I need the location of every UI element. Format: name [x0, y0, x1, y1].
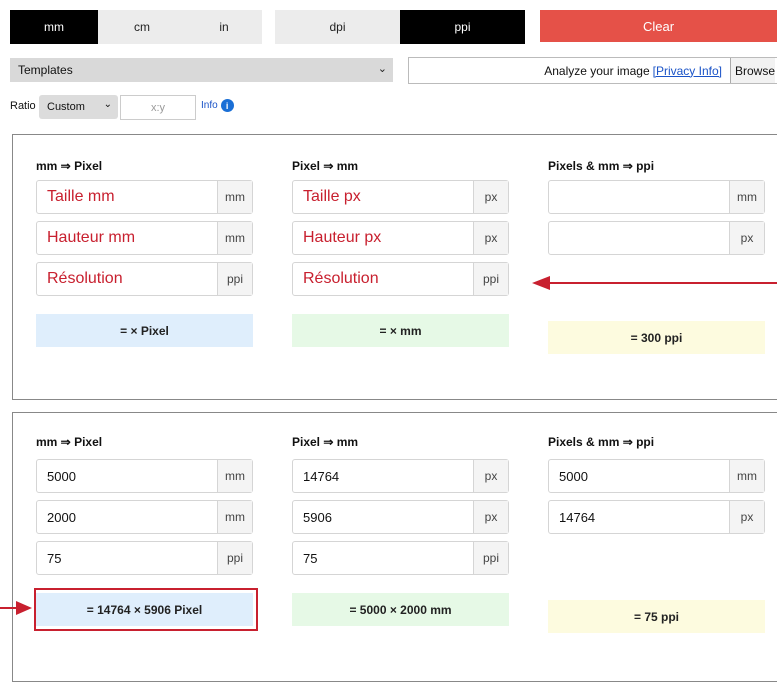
size-px-input[interactable]: 14764 px	[548, 500, 765, 534]
unit-addon: px	[473, 222, 508, 254]
size-mm-value	[549, 181, 729, 213]
width-mm-value: 5000	[47, 468, 76, 484]
analyze-image-file-input[interactable]: Analyze your image [Privacy Info] Browse	[408, 57, 777, 84]
size-mm-value: 5000	[559, 468, 588, 484]
ratio-selected: Custom	[47, 101, 85, 113]
unit-dpi-button[interactable]: dpi	[275, 10, 400, 44]
unit-mm-button[interactable]: mm	[10, 10, 98, 44]
width-px-input[interactable]: 14764 px	[292, 459, 509, 493]
pixel-to-mm-title: Pixel ⇒ mm	[292, 435, 359, 449]
resolution-input[interactable]: Résolution ppi	[292, 262, 509, 296]
size-mm-input[interactable]: 5000 mm	[548, 459, 765, 493]
width-px-value: 14764	[303, 468, 340, 484]
width-mm-placeholder: Taille mm	[47, 188, 115, 205]
to-ppi-title: Pixels & mm ⇒ ppi	[548, 435, 655, 449]
mm-to-pixel-title: mm ⇒ Pixel	[36, 435, 103, 449]
width-mm-input[interactable]: 5000 mm	[36, 459, 253, 493]
unit-addon: px	[729, 222, 764, 254]
unit-addon: mm	[217, 181, 252, 213]
unit-addon: ppi	[217, 263, 252, 295]
height-px-placeholder: Hauteur px	[303, 229, 382, 246]
resolution-placeholder: Résolution	[47, 270, 123, 287]
size-mm-input[interactable]: mm	[548, 180, 765, 214]
height-px-value: 5906	[303, 509, 332, 525]
templates-select[interactable]: Templates ⌄	[10, 58, 393, 82]
size-px-input[interactable]: px	[548, 221, 765, 255]
ppi-result: = 75 ppi	[548, 600, 765, 633]
pixel-to-mm-result: = 5000 × 2000 mm	[292, 593, 509, 626]
info-label: Info	[201, 100, 218, 111]
height-mm-input[interactable]: 2000 mm	[36, 500, 253, 534]
size-px-value: 14764	[559, 509, 596, 525]
resolution-value: 75	[303, 550, 318, 566]
pixel-to-mm-title: Pixel ⇒ mm	[292, 159, 359, 173]
info-icon: i	[220, 99, 234, 112]
annotation-arrow-icon	[0, 601, 32, 615]
templates-selected: Templates	[18, 63, 73, 77]
unit-addon: mm	[217, 460, 252, 492]
analyze-label: Analyze your image	[544, 63, 650, 78]
height-px-input[interactable]: Hauteur px px	[292, 221, 509, 255]
resolution-placeholder: Résolution	[303, 270, 379, 287]
to-ppi-title: Pixels & mm ⇒ ppi	[548, 159, 655, 173]
resolution-input[interactable]: 75 ppi	[36, 541, 253, 575]
pixel-to-mm-result: = × mm	[292, 314, 509, 347]
unit-cm-button[interactable]: cm	[98, 10, 186, 44]
annotation-arrow-icon	[532, 276, 777, 290]
privacy-info-link[interactable]: [Privacy Info]	[653, 64, 722, 78]
width-px-placeholder: Taille px	[303, 188, 361, 205]
clear-button[interactable]: Clear	[540, 10, 777, 42]
unit-addon: mm	[217, 501, 252, 533]
size-px-value	[549, 222, 729, 254]
unit-addon: mm	[729, 181, 764, 213]
width-px-input[interactable]: Taille px px	[292, 180, 509, 214]
browse-button[interactable]: Browse	[729, 58, 775, 83]
unit-addon: ppi	[217, 542, 252, 574]
unit-addon: px	[473, 501, 508, 533]
ppi-result: = 300 ppi	[548, 321, 765, 354]
info-link[interactable]: Info i	[201, 99, 234, 112]
ratio-label: Ratio	[10, 100, 36, 112]
unit-addon: px	[473, 181, 508, 213]
resolution-value: 75	[47, 550, 62, 566]
resolution-input[interactable]: Résolution ppi	[36, 262, 253, 296]
mm-to-pixel-result: = × Pixel	[36, 314, 253, 347]
height-mm-value: 2000	[47, 509, 76, 525]
width-mm-input[interactable]: Taille mm mm	[36, 180, 253, 214]
mm-to-pixel-title: mm ⇒ Pixel	[36, 159, 103, 173]
height-mm-placeholder: Hauteur mm	[47, 229, 136, 246]
unit-addon: px	[473, 460, 508, 492]
chevron-down-icon: ⌄	[377, 63, 387, 75]
unit-addon: ppi	[473, 542, 508, 574]
unit-addon: ppi	[473, 263, 508, 295]
result-highlight-box	[34, 588, 258, 631]
height-mm-input[interactable]: Hauteur mm mm	[36, 221, 253, 255]
unit-ppi-button[interactable]: ppi	[400, 10, 525, 44]
chevron-down-icon: ⌄	[103, 99, 112, 110]
unit-addon: mm	[729, 460, 764, 492]
ratio-select[interactable]: Custom ⌄	[39, 95, 118, 119]
unit-addon: mm	[217, 222, 252, 254]
resolution-input[interactable]: 75 ppi	[292, 541, 509, 575]
unit-addon: px	[729, 501, 764, 533]
unit-in-button[interactable]: in	[186, 10, 262, 44]
ratio-input[interactable]: x:y	[120, 95, 196, 120]
height-px-input[interactable]: 5906 px	[292, 500, 509, 534]
